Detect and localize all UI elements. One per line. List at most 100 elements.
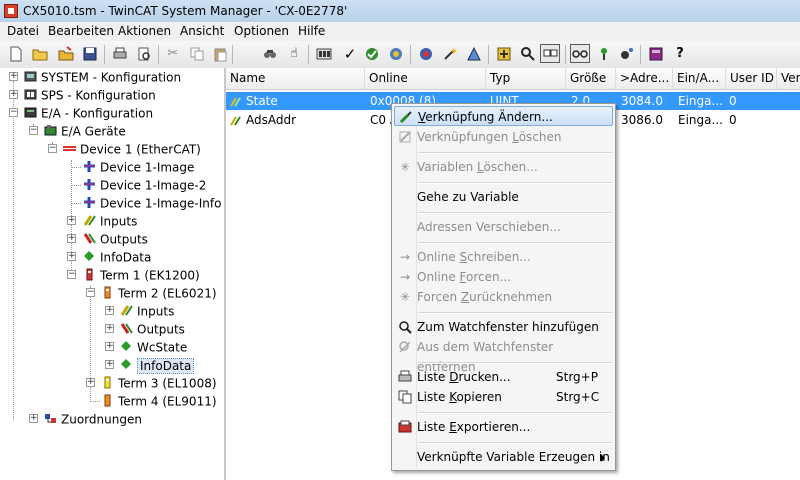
- ethercat-device-icon: [63, 142, 76, 155]
- print-preview-icon[interactable]: [136, 46, 152, 62]
- submenu-arrow-icon: [601, 454, 605, 462]
- cell-name: AdsAddr: [246, 113, 297, 127]
- force-arrow-icon: →: [399, 270, 411, 284]
- io-config-icon: [24, 106, 37, 119]
- terminal-icon: [101, 286, 114, 299]
- list-header: Name Online Typ Größe >Adre... Ein/A... …: [226, 68, 800, 90]
- infodata-icon: [120, 340, 133, 353]
- menu-aktionen[interactable]: Aktionen: [118, 24, 171, 38]
- menu-bearbeiten[interactable]: Bearbeiten: [48, 24, 114, 38]
- menu-liste-exportieren[interactable]: Liste Exportieren...: [394, 417, 613, 437]
- menu-online-forcen[interactable]: → Online Forcen...: [394, 267, 613, 287]
- menu-variablen-loeschen[interactable]: ✳ Variablen Löschen...: [394, 157, 613, 177]
- magnifier-remove-icon: [398, 340, 412, 354]
- search-icon[interactable]: [520, 46, 536, 62]
- menu-watch-entfernen[interactable]: Aus dem Watchfenster entfernen: [394, 337, 613, 374]
- build-icon[interactable]: [316, 46, 332, 62]
- wizard-icon[interactable]: [442, 46, 458, 62]
- delete-variable-icon: ✳: [399, 160, 411, 174]
- menu-gehe-zu-variable[interactable]: Gehe zu Variable: [394, 187, 613, 207]
- menu-bar: Datei Bearbeiten Aktionen Ansicht Option…: [0, 22, 800, 42]
- cell-adresse: 3084.0: [621, 94, 663, 108]
- infodata-icon: [83, 250, 96, 263]
- cell-user-id: 0: [729, 94, 737, 108]
- new-file-icon[interactable]: [8, 46, 24, 62]
- sps-icon: [24, 88, 37, 101]
- config-icon[interactable]: [618, 46, 634, 62]
- app-icon: [4, 4, 18, 18]
- col-adresse[interactable]: >Adre...: [616, 68, 673, 89]
- menu-liste-kopieren[interactable]: Liste Kopieren Strg+C: [394, 387, 613, 407]
- network-icon[interactable]: [596, 46, 612, 62]
- toolbar: ✂ ☝ ✓ ?: [0, 41, 800, 69]
- shortcut-copy: Strg+C: [556, 390, 600, 404]
- menu-online-schreiben[interactable]: → Online Schreiben...: [394, 247, 613, 267]
- print-icon: [398, 370, 412, 384]
- check-icon[interactable]: ✓: [342, 46, 358, 62]
- col-typ[interactable]: Typ: [486, 68, 566, 89]
- image-icon: [83, 196, 96, 209]
- book-icon[interactable]: [648, 46, 664, 62]
- unforce-icon: ✳: [399, 290, 411, 304]
- devices-icon: [44, 124, 57, 137]
- image-icon: [83, 178, 96, 191]
- open-folder-icon[interactable]: [32, 46, 48, 62]
- col-name[interactable]: Name: [226, 68, 365, 89]
- col-online[interactable]: Online: [365, 68, 486, 89]
- menu-verknuepfungen-loeschen[interactable]: Verknüpfungen Löschen: [394, 127, 613, 147]
- copy-icon: [398, 390, 412, 404]
- terminal-icon: [83, 268, 96, 281]
- menu-verknuepfung-aendern[interactable]: Verknüpfung Ändern...: [394, 106, 613, 126]
- menu-forcen-zuruecknehmen[interactable]: ✳ Forcen Zurücknehmen: [394, 287, 613, 307]
- magnifier-icon: [398, 320, 412, 334]
- scan-icon[interactable]: [466, 46, 482, 62]
- copy-icon[interactable]: [189, 46, 205, 62]
- col-verk[interactable]: Verk: [777, 68, 800, 89]
- cell-adresse: 3086.0: [621, 113, 663, 127]
- menu-hilfe[interactable]: Hilfe: [298, 24, 325, 38]
- col-ein-aus[interactable]: Ein/A...: [673, 68, 726, 89]
- activate-config-icon[interactable]: [364, 46, 380, 62]
- open-project-icon[interactable]: [58, 46, 74, 62]
- outputs-icon: [120, 322, 133, 335]
- cell-name: State: [246, 94, 278, 108]
- variable-input-icon: [230, 95, 244, 107]
- print-icon[interactable]: [112, 46, 128, 62]
- inputs-icon: [83, 214, 96, 227]
- write-arrow-icon: →: [399, 250, 411, 264]
- mappings-icon: [44, 412, 57, 425]
- find-icon[interactable]: [262, 46, 278, 62]
- glasses-icon[interactable]: [570, 44, 590, 63]
- infodata-icon: [120, 358, 133, 371]
- link-delete-icon: [398, 130, 412, 144]
- cut-icon[interactable]: ✂: [165, 46, 181, 62]
- export-icon: [398, 420, 412, 434]
- terminal-icon: [101, 376, 114, 389]
- menu-adressen-verschieben[interactable]: Adressen Verschieben...: [394, 217, 613, 237]
- col-groesse[interactable]: Größe: [566, 68, 616, 89]
- cell-ein-aus: Einga...: [678, 113, 723, 127]
- cell-ein-aus: Einga...: [678, 94, 723, 108]
- cell-user-id: 0: [729, 113, 737, 127]
- toggle-view-icon[interactable]: [540, 44, 560, 63]
- menu-optionen[interactable]: Optionen: [234, 24, 289, 38]
- image-icon: [83, 160, 96, 173]
- add-icon[interactable]: [496, 46, 512, 62]
- save-icon[interactable]: [82, 46, 98, 62]
- help-icon[interactable]: ?: [672, 46, 688, 62]
- menu-ansicht[interactable]: Ansicht: [180, 24, 224, 38]
- title-bar: CX5010.tsm - TwinCAT System Manager - 'C…: [0, 0, 800, 23]
- menu-liste-drucken[interactable]: Liste Drucken... Strg+P: [394, 367, 613, 387]
- restart-icon[interactable]: [388, 46, 404, 62]
- menu-watch-hinzufuegen[interactable]: Zum Watchfenster hinzufügen: [394, 317, 613, 337]
- hand-icon[interactable]: ☝: [286, 46, 302, 62]
- window-title: CX5010.tsm - TwinCAT System Manager - 'C…: [23, 4, 348, 18]
- menu-datei[interactable]: Datei: [7, 24, 39, 38]
- target-icon[interactable]: [418, 46, 434, 62]
- paste-icon[interactable]: [212, 46, 228, 62]
- link-edit-icon: [399, 110, 413, 124]
- system-icon: [24, 70, 37, 83]
- col-user-id[interactable]: User ID: [726, 68, 777, 89]
- variable-input-icon: [230, 114, 244, 126]
- menu-verknuepfte-variable-erzeugen[interactable]: Verknüpfte Variable Erzeugen in: [394, 447, 613, 467]
